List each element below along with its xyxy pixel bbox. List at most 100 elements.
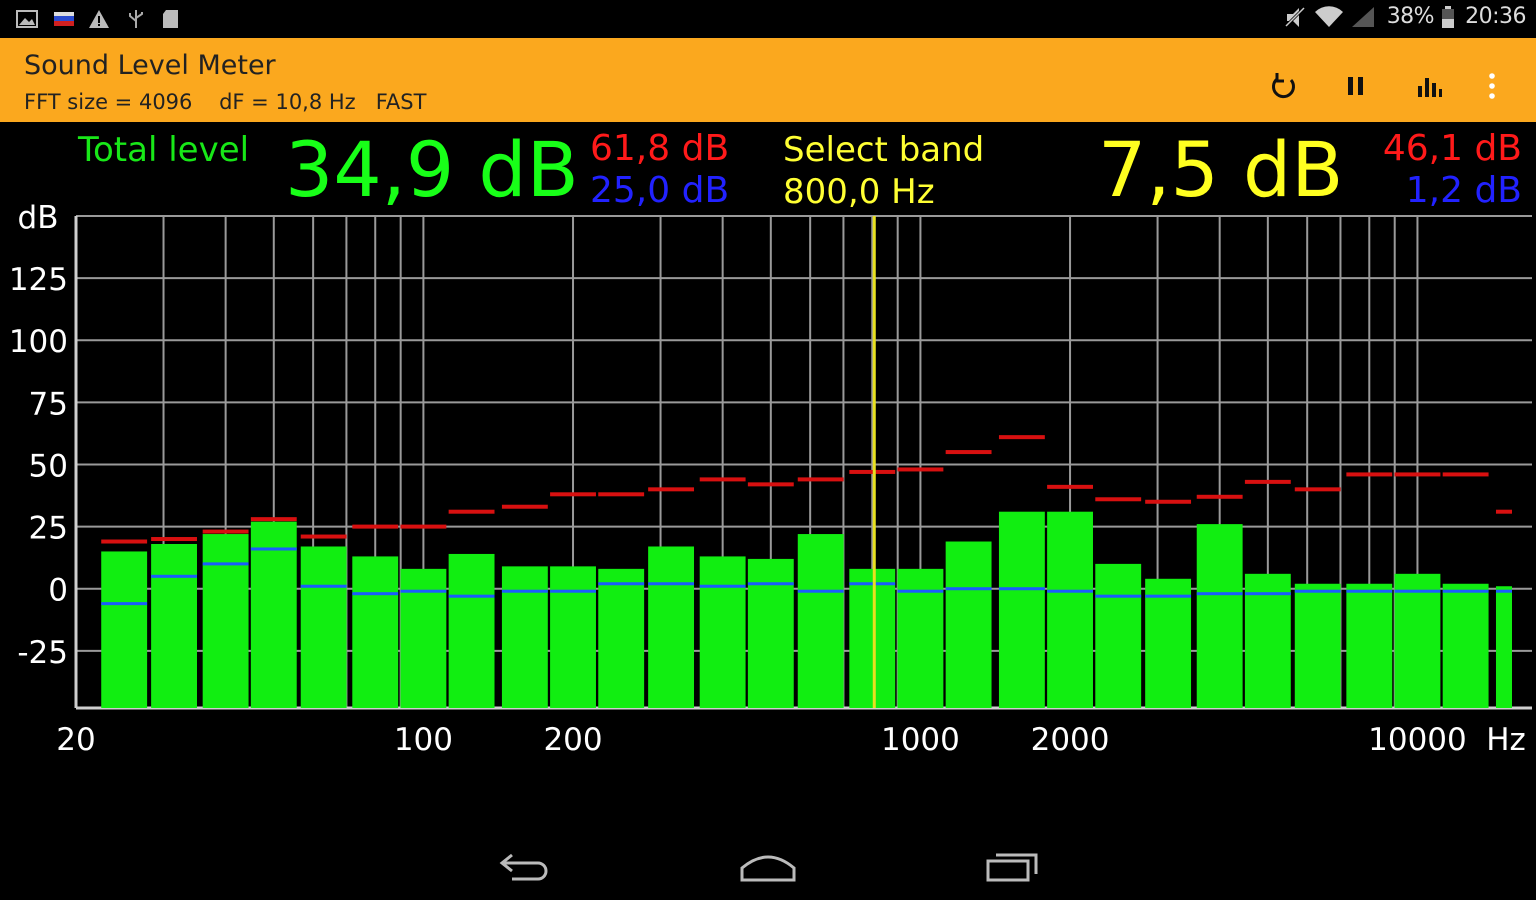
spectrum-chart[interactable]: dB 125 100 75 50 25 0 -25 20 100 200 1000 2000 10000… xyxy=(0,0,1536,800)
bar-31.5hz xyxy=(151,544,197,708)
min-marker-31.5hz xyxy=(151,574,197,578)
bar-800hz xyxy=(849,568,896,708)
min-marker-2500hz xyxy=(1095,594,1142,598)
home-button[interactable] xyxy=(738,844,798,888)
x-tick-label: 10000 xyxy=(1368,722,1467,758)
max-marker-250hz xyxy=(598,492,645,497)
bar-125hz xyxy=(448,553,495,708)
min-marker-6300hz xyxy=(1294,589,1341,593)
bar-315hz xyxy=(648,546,695,708)
x-tick-label: 100 xyxy=(394,722,453,758)
y-tick-label: 100 xyxy=(9,324,68,360)
bar-12500hz xyxy=(1442,583,1489,708)
total-level-value: 34,9 dB xyxy=(285,125,579,214)
max-marker-100hz xyxy=(400,524,447,529)
y-axis-title: dB xyxy=(18,200,59,236)
bar-80hz xyxy=(352,556,399,708)
y-tick-label: 0 xyxy=(48,573,68,609)
max-marker-5000hz xyxy=(1244,479,1291,484)
min-marker-315hz xyxy=(648,582,695,586)
max-marker-3150hz xyxy=(1145,499,1192,504)
min-marker-160hz xyxy=(501,589,548,593)
min-marker-50hz xyxy=(250,547,297,551)
bar-630hz xyxy=(797,534,844,708)
y-tick-label: 75 xyxy=(29,386,68,422)
min-marker-2000hz xyxy=(1047,589,1093,593)
max-marker-1000hz xyxy=(897,467,944,472)
max-marker-31.5hz xyxy=(151,537,197,542)
bar-16000hz xyxy=(1495,586,1512,708)
min-marker-5000hz xyxy=(1244,592,1291,596)
max-marker-800hz xyxy=(849,469,896,474)
max-marker-125hz xyxy=(448,509,495,514)
max-marker-25hz xyxy=(101,539,148,544)
min-marker-10000hz xyxy=(1394,589,1441,593)
min-marker-1600hz xyxy=(998,587,1045,591)
max-marker-400hz xyxy=(699,477,746,482)
bar-10000hz xyxy=(1394,573,1441,708)
selected-band-frequency: 800,0 Hz xyxy=(783,172,935,212)
navigation-bar xyxy=(0,800,1536,900)
bar-1250hz xyxy=(945,541,992,708)
home-icon xyxy=(740,855,796,882)
max-marker-630hz xyxy=(797,477,844,482)
bar-400hz xyxy=(699,556,746,708)
max-marker-1250hz xyxy=(945,450,992,455)
min-marker-1000hz xyxy=(897,589,944,593)
min-marker-63hz xyxy=(300,584,347,588)
min-marker-80hz xyxy=(352,592,399,596)
back-button[interactable] xyxy=(498,844,554,888)
max-marker-40hz xyxy=(202,529,249,534)
band-level-value: 7,5 dB xyxy=(1098,125,1344,214)
x-axis-title: Hz xyxy=(1486,722,1526,758)
min-marker-4000hz xyxy=(1196,592,1243,596)
recents-icon xyxy=(986,853,1038,882)
x-tick-label: 2000 xyxy=(1031,722,1110,758)
y-tick-label: 50 xyxy=(29,448,68,484)
bar-200hz xyxy=(550,566,596,708)
bar-6300hz xyxy=(1294,583,1341,708)
band-level-min: 1,2 dB xyxy=(1405,170,1522,211)
bar-2500hz xyxy=(1095,563,1142,708)
bar-8000hz xyxy=(1346,583,1393,708)
recents-button[interactable] xyxy=(984,844,1042,888)
max-marker-315hz xyxy=(648,487,695,492)
total-level-max: 61,8 dB xyxy=(590,128,730,169)
bar-160hz xyxy=(501,566,548,708)
max-marker-2000hz xyxy=(1047,484,1093,489)
max-marker-16000hz xyxy=(1495,509,1512,514)
max-marker-200hz xyxy=(550,492,596,497)
max-marker-63hz xyxy=(300,534,347,539)
bar-1600hz xyxy=(998,511,1045,708)
min-marker-12500hz xyxy=(1442,589,1489,593)
bar-4000hz xyxy=(1196,524,1243,708)
min-marker-250hz xyxy=(598,582,645,586)
bar-500hz xyxy=(747,558,794,708)
max-marker-2500hz xyxy=(1095,497,1142,502)
max-marker-4000hz xyxy=(1196,494,1243,499)
max-marker-10000hz xyxy=(1394,472,1441,477)
total-level-min: 25,0 dB xyxy=(590,170,730,211)
min-marker-500hz xyxy=(747,582,794,586)
max-marker-50hz xyxy=(250,517,297,522)
y-tick-label: 25 xyxy=(29,511,68,547)
min-marker-1250hz xyxy=(945,587,992,591)
bar-2000hz xyxy=(1047,511,1093,708)
bar-40hz xyxy=(202,534,249,708)
x-tick-label: 1000 xyxy=(881,722,960,758)
select-band-label[interactable]: Select band xyxy=(783,130,984,170)
min-marker-3150hz xyxy=(1145,594,1192,598)
x-tick-label: 20 xyxy=(56,722,95,758)
min-marker-800hz xyxy=(849,582,896,586)
min-marker-125hz xyxy=(448,594,495,598)
min-marker-100hz xyxy=(400,589,447,593)
x-tick-label: 200 xyxy=(543,722,602,758)
min-marker-25hz xyxy=(101,602,148,606)
max-marker-160hz xyxy=(501,504,548,509)
max-marker-1600hz xyxy=(998,435,1045,440)
total-level-label: Total level xyxy=(78,130,250,170)
max-marker-500hz xyxy=(747,482,794,487)
band-level-max: 46,1 dB xyxy=(1382,128,1522,169)
min-marker-16000hz xyxy=(1495,589,1512,593)
max-marker-80hz xyxy=(352,524,399,529)
